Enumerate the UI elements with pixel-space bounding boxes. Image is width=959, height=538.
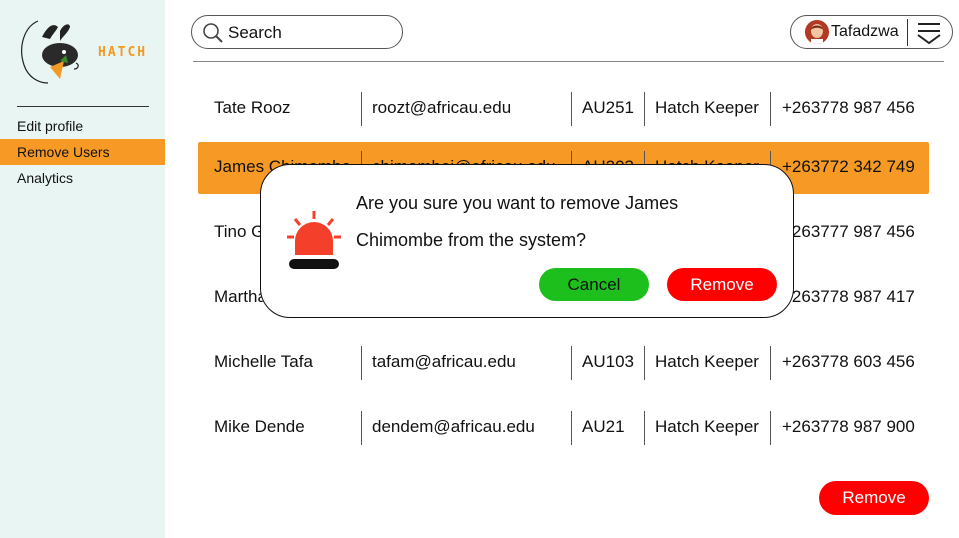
column-divider [644, 92, 645, 126]
column-divider [571, 411, 572, 445]
search-input[interactable] [228, 22, 393, 44]
sidebar-item-edit-profile[interactable]: Edit profile [0, 113, 165, 139]
column-divider [770, 411, 771, 445]
avatar-icon [805, 20, 829, 44]
remove-button[interactable]: Remove [819, 481, 929, 515]
user-name-cell: Mike Dende [214, 417, 305, 436]
sidebar-divider [17, 106, 149, 107]
sidebar-item-analytics[interactable]: Analytics [0, 165, 165, 191]
user-email-cell: dendem@africau.edu [372, 417, 535, 436]
column-divider [644, 346, 645, 380]
sidebar: HATCH Edit profile Remove Users Analytic… [0, 0, 165, 538]
user-name-cell: Tate Rooz [214, 98, 291, 117]
user-email-cell: tafam@africau.edu [372, 352, 516, 371]
alarm-icon [287, 211, 341, 269]
user-id-cell: AU251 [582, 98, 634, 117]
user-phone-cell: +263778 987 900 [782, 417, 915, 436]
column-divider [361, 346, 362, 380]
table-row[interactable]: Tate Rooz roozt@africau.edu AU251 Hatch … [198, 83, 929, 135]
confirm-remove-button[interactable]: Remove [667, 268, 777, 301]
user-phone-cell: +263778 603 456 [782, 352, 915, 371]
dialog-message-line2: Chimombe from the system? [356, 230, 587, 250]
pill-divider [907, 19, 908, 46]
chevron-menu-icon[interactable] [915, 20, 943, 46]
header-divider [193, 61, 944, 62]
logo-text: HATCH [98, 45, 148, 60]
column-divider [571, 346, 572, 380]
user-role-cell: Hatch Keeper [655, 98, 759, 117]
table-row[interactable]: Mike Dende dendem@africau.edu AU21 Hatch… [198, 402, 929, 454]
user-phone-cell: +263772 342 749 [782, 157, 915, 176]
avatar [805, 20, 829, 44]
user-email-cell: roozt@africau.edu [372, 98, 512, 117]
user-phone-cell: +263777 987 456 [782, 222, 915, 241]
column-divider [571, 92, 572, 126]
column-divider [770, 92, 771, 126]
user-menu[interactable]: Tafadzwa [790, 15, 953, 49]
table-row[interactable]: Michelle Tafa tafam@africau.edu AU103 Ha… [198, 337, 929, 389]
dialog-message: Are you sure you want to remove James Ch… [356, 185, 756, 259]
cancel-button[interactable]: Cancel [539, 268, 649, 301]
dialog-message-line1: Are you sure you want to remove James [356, 193, 679, 213]
user-phone-cell: +263778 987 456 [782, 98, 915, 117]
sidebar-item-remove-users[interactable]: Remove Users [0, 139, 165, 165]
column-divider [770, 346, 771, 380]
user-name-cell: Martha [214, 287, 267, 306]
user-phone-cell: +263778 987 417 [782, 287, 915, 306]
user-name-cell: Michelle Tafa [214, 352, 313, 371]
user-id-cell: AU103 [582, 352, 634, 371]
user-name: Tafadzwa [831, 23, 899, 40]
confirm-remove-dialog: Are you sure you want to remove James Ch… [260, 164, 794, 318]
hatch-logo: HATCH [20, 17, 145, 87]
column-divider [361, 411, 362, 445]
column-divider [361, 92, 362, 126]
user-id-cell: AU21 [582, 417, 625, 436]
user-role-cell: Hatch Keeper [655, 417, 759, 436]
search-icon[interactable] [202, 22, 224, 44]
column-divider [644, 411, 645, 445]
search-box[interactable] [191, 15, 403, 49]
user-role-cell: Hatch Keeper [655, 352, 759, 371]
